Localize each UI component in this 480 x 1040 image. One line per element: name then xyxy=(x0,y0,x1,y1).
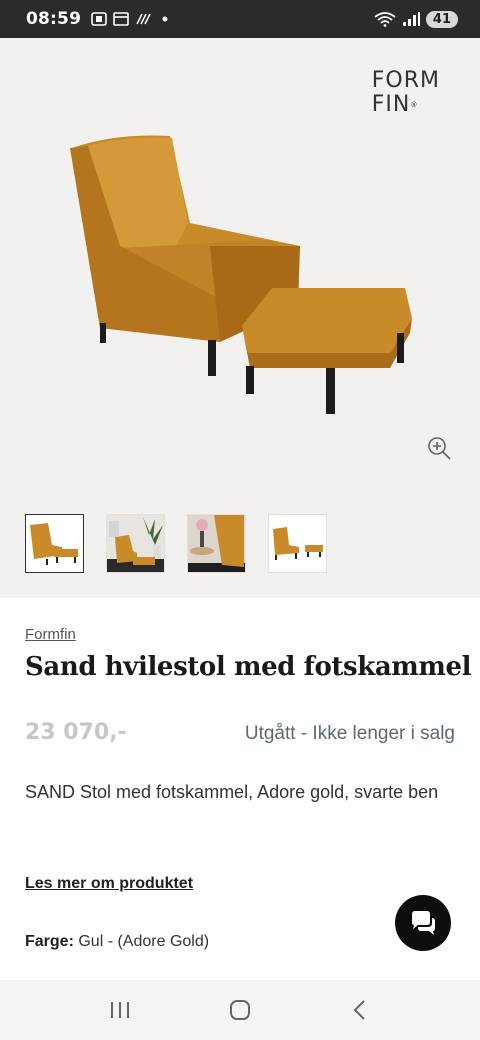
color-selection: Farge: Gul - (Adore Gold) xyxy=(25,933,209,951)
signal-icon xyxy=(402,12,420,26)
back-button[interactable] xyxy=(340,990,380,1030)
zoom-in-icon[interactable] xyxy=(426,435,452,461)
recent-apps-button[interactable] xyxy=(100,990,140,1030)
color-label: Farge: xyxy=(25,933,74,950)
notification-dot-icon xyxy=(162,16,168,22)
brand-link[interactable]: Formfin xyxy=(25,626,76,643)
home-button[interactable] xyxy=(220,990,260,1030)
system-nav-bar xyxy=(0,980,480,1040)
read-more-link[interactable]: Les mer om produktet xyxy=(25,875,193,893)
thumbnail-2[interactable] xyxy=(106,514,165,573)
product-gallery[interactable]: FORM FIN® xyxy=(0,38,480,598)
product-price: 23 070,- xyxy=(25,720,127,745)
status-time: 08:59 xyxy=(26,9,82,29)
status-bar: 08:59 41 xyxy=(0,0,480,38)
thumbnail-4[interactable] xyxy=(268,514,327,573)
availability-status: Utgått - Ikke lenger i salg xyxy=(244,723,455,744)
data-saver-icon xyxy=(136,13,151,25)
chat-button[interactable] xyxy=(395,895,451,951)
calendar-icon xyxy=(113,12,129,26)
thumbnail-strip xyxy=(25,514,327,573)
battery-indicator: 41 xyxy=(425,10,458,28)
wifi-icon xyxy=(374,12,396,27)
back-icon xyxy=(353,1000,365,1020)
chat-bubble-icon xyxy=(412,911,435,935)
brand-logo: FORM FIN® xyxy=(371,68,440,117)
thumbnail-1[interactable] xyxy=(25,514,84,573)
product-description: SAND Stol med fotskammel, Adore gold, sv… xyxy=(25,782,439,802)
recent-apps-icon xyxy=(111,1002,129,1018)
product-image[interactable] xyxy=(60,128,420,418)
thumbnail-3[interactable] xyxy=(187,514,246,573)
home-icon xyxy=(230,1000,250,1020)
screenshot-icon xyxy=(91,12,107,26)
product-title: Sand hvilestol med fotskammel xyxy=(25,652,472,682)
color-value: Gul - (Adore Gold) xyxy=(78,933,210,950)
